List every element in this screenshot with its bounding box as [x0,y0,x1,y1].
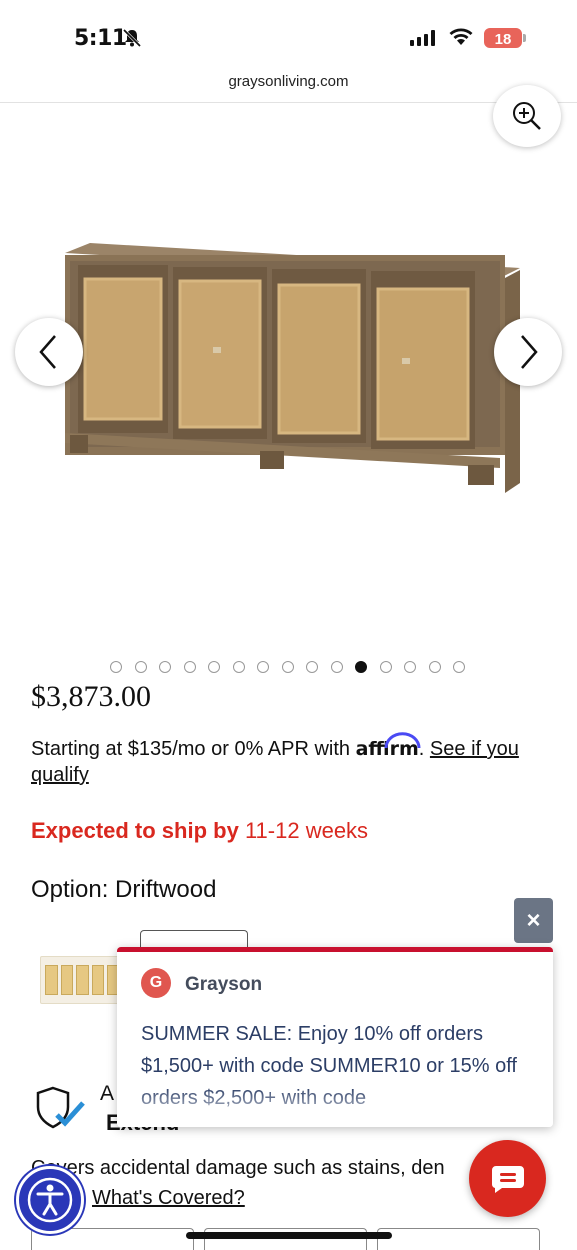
ship-label: Expected to ship by [31,818,239,843]
home-indicator [186,1232,392,1239]
zoom-button[interactable] [493,85,561,147]
gallery-pagination [110,661,465,673]
option-swatch-thumbnail[interactable] [40,956,125,1004]
cellular-signal-icon [410,30,435,46]
pagination-dot[interactable] [183,661,196,673]
plan-option[interactable] [377,1228,540,1250]
sender-avatar: G [141,968,171,998]
next-image-button[interactable] [494,318,562,386]
promo-popup[interactable]: G Grayson SUMMER SALE: Enjoy 10% off ord… [117,947,553,1127]
pagination-dot[interactable] [159,661,171,673]
battery-icon: 18 [484,28,522,48]
chevron-right-icon [521,335,538,369]
pagination-dot[interactable] [453,661,465,673]
bell-muted-icon [122,28,142,53]
financing-prefix: Starting at $135/mo or 0% APR with [31,738,356,760]
popup-fade [117,1087,553,1127]
pagination-dot[interactable] [208,661,220,673]
pagination-dot[interactable] [110,661,122,673]
ship-estimate: Expected to ship by 11-12 weeks [31,818,368,844]
pagination-dot[interactable] [404,661,416,673]
accessibility-button[interactable] [16,1166,84,1234]
protection-description: Covers accidental damage such as stains,… [31,1157,445,1179]
sender-name: Grayson [185,974,263,995]
url-bar[interactable]: graysonliving.com [0,70,577,103]
pagination-dot[interactable] [134,661,147,673]
shield-check-icon [35,1085,87,1136]
pagination-dot[interactable] [281,661,294,673]
status-bar: 5:11 18 [0,0,577,70]
product-price: $3,873.00 [31,680,151,713]
pagination-dot[interactable] [355,661,367,673]
url-text: graysonliving.com [228,73,349,90]
chat-icon [491,1165,524,1193]
popup-close-button[interactable]: × [514,898,553,943]
protection-title: A [100,1082,115,1105]
product-gallery[interactable] [0,85,577,663]
pagination-dot[interactable] [257,661,269,673]
pagination-dot[interactable] [306,661,318,673]
status-time: 5:11 [74,26,127,51]
pagination-dot[interactable] [379,661,392,673]
chevron-left-icon [39,335,56,369]
affirm-logo: affirm [356,732,421,760]
previous-image-button[interactable] [15,318,83,386]
pagination-dot[interactable] [428,661,441,673]
whats-covered-link[interactable]: What's Covered? [92,1187,245,1210]
option-label: Option: Driftwood [31,876,217,903]
zoom-in-icon [513,102,541,130]
pagination-dot[interactable] [330,661,343,673]
pagination-dot[interactable] [232,661,245,673]
ship-value: 11-12 weeks [244,818,369,843]
chat-button[interactable] [469,1140,546,1217]
financing-text: Starting at $135/mo or 0% APR with affir… [31,732,541,788]
wifi-icon [448,27,474,52]
battery-nub [523,34,526,42]
product-image [65,243,520,493]
accessibility-icon [27,1177,73,1223]
